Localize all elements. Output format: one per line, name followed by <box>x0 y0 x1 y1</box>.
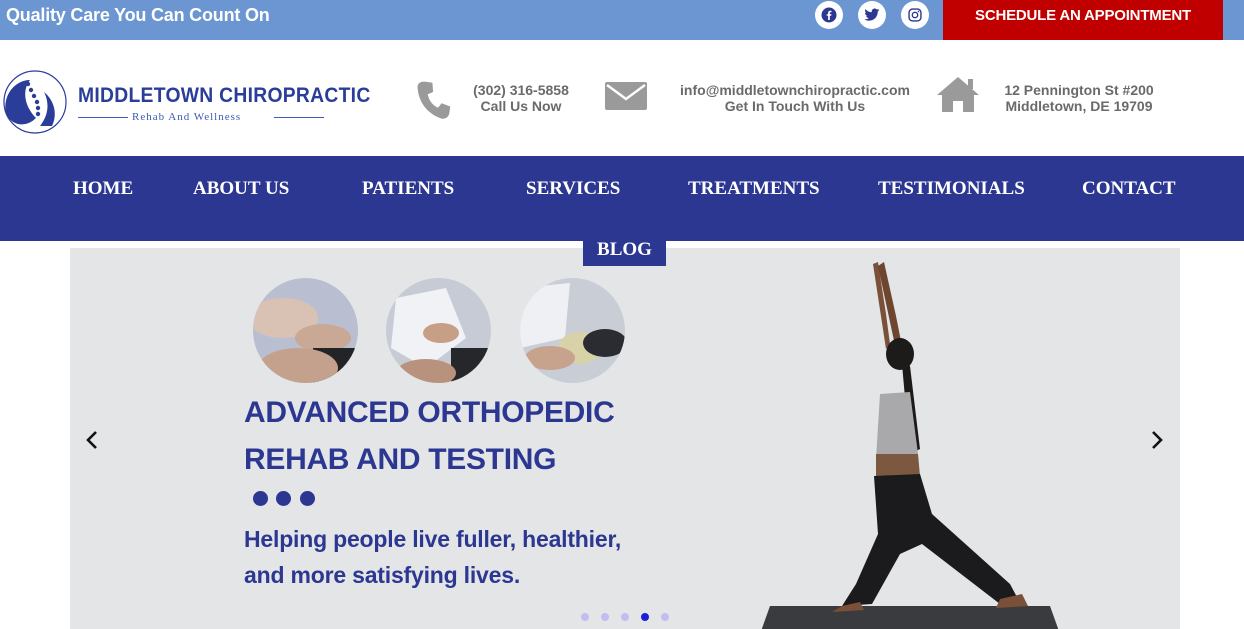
tagline: Quality Care You Can Count On <box>6 5 270 25</box>
phone-contact[interactable]: (302) 316-5858 Call Us Now <box>462 82 580 114</box>
main-nav: HOME ABOUT US PATIENTS SERVICES TREATMEN… <box>0 156 1244 241</box>
prev-slide-arrow[interactable] <box>80 428 104 452</box>
email-caption: Get In Touch With Us <box>724 98 866 114</box>
nav-home[interactable]: HOME <box>73 178 133 200</box>
nav-about-us[interactable]: ABOUT US <box>193 178 289 200</box>
nav-testimonials[interactable]: TESTIMONIALS <box>878 178 1025 200</box>
facebook-icon[interactable] <box>815 1 843 29</box>
slide-headline-line2: REHAB AND TESTING <box>244 443 557 476</box>
treatment-photo-1 <box>253 278 358 383</box>
address-street: 12 Pennington St #200 <box>1004 82 1154 98</box>
slide-dot-5[interactable] <box>661 613 669 621</box>
decorative-dot <box>300 491 315 506</box>
nav-blog[interactable]: BLOG <box>583 236 666 266</box>
decorative-dot <box>253 491 268 506</box>
instagram-icon[interactable] <box>901 1 929 29</box>
decorative-dot <box>276 491 291 506</box>
envelope-icon <box>605 82 647 110</box>
top-bar: Quality Care You Can Count On SCHEDULE A… <box>0 0 1244 40</box>
phone-number[interactable]: (302) 316-5858 <box>462 82 580 98</box>
logo[interactable]: MIDDLETOWN CHIROPRACTIC Rehab And Wellne… <box>0 60 370 140</box>
home-icon <box>937 77 979 112</box>
email-contact[interactable]: info@middletownchiropractic.com Get In T… <box>668 82 922 114</box>
logo-subtitle: Rehab And Wellness <box>132 111 242 123</box>
phone-icon <box>417 81 451 119</box>
slide-body-line1: Helping people live fuller, healthier, <box>244 526 622 552</box>
hero-slider: ADVANCED ORTHOPEDIC REHAB AND TESTING He… <box>70 248 1180 629</box>
nav-contact[interactable]: CONTACT <box>1082 178 1176 200</box>
slide-dot-2[interactable] <box>601 613 609 621</box>
next-slide-arrow[interactable] <box>1145 428 1169 452</box>
slide-body-line2: and more satisfying lives. <box>244 562 521 588</box>
address-contact[interactable]: 12 Pennington St #200 Middletown, DE 197… <box>992 82 1166 114</box>
yoga-woman-image <box>761 262 1059 629</box>
twitter-icon[interactable] <box>858 1 886 29</box>
schedule-appointment-button[interactable]: SCHEDULE AN APPOINTMENT <box>943 0 1223 40</box>
spine-logo-icon <box>3 70 67 134</box>
treatment-photo-3 <box>520 278 625 383</box>
logo-divider-right <box>274 117 324 118</box>
treatment-photo-2 <box>386 278 491 383</box>
phone-caption: Call Us Now <box>480 98 562 114</box>
logo-divider-left <box>78 117 128 118</box>
nav-patients[interactable]: PATIENTS <box>362 178 454 200</box>
nav-services[interactable]: SERVICES <box>526 178 620 200</box>
nav-treatments[interactable]: TREATMENTS <box>688 178 820 200</box>
slide-headline-line1: ADVANCED ORTHOPEDIC <box>244 396 615 429</box>
slide-dot-3[interactable] <box>621 613 629 621</box>
logo-title: MIDDLETOWN CHIROPRACTIC <box>78 84 371 107</box>
email-address[interactable]: info@middletownchiropractic.com <box>668 82 922 98</box>
slide-dot-4[interactable] <box>641 613 649 621</box>
address-city: Middletown, DE 19709 <box>1005 98 1153 114</box>
slide-dot-1[interactable] <box>581 613 589 621</box>
